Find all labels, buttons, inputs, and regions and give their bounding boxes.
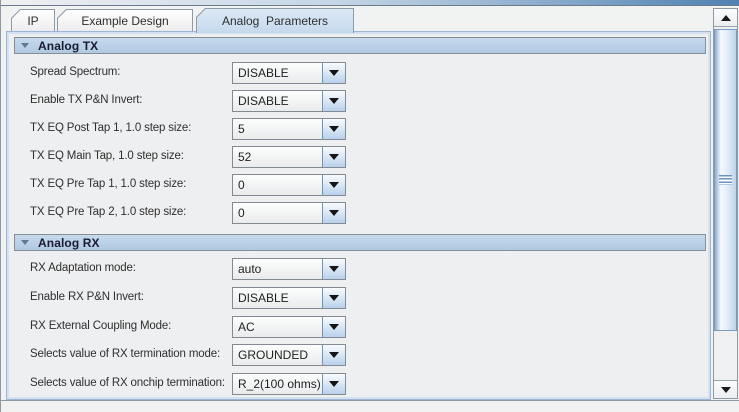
- combobox-dropdown-button[interactable]: [322, 91, 345, 111]
- analog-parameters-panel: Analog TX Spread Spectrum: DISABLE Enabl…: [6, 31, 711, 400]
- triangle-down-icon: [329, 70, 339, 76]
- combobox-dropdown-button[interactable]: [322, 345, 345, 365]
- triangle-down-icon: [329, 266, 339, 272]
- parameter-row: Enable RX P&N Invert: DISABLE: [10, 284, 707, 312]
- parameter-row: Selects value of RX onchip termination: …: [10, 370, 707, 398]
- triangle-down-icon: [329, 182, 339, 188]
- triangle-down-icon: [329, 98, 339, 104]
- parameter-row: RX Adaptation mode: auto: [10, 255, 707, 283]
- collapse-triangle-icon[interactable]: [21, 43, 29, 48]
- combobox-value: GROUNDED: [233, 345, 322, 365]
- combobox-dropdown-button[interactable]: [322, 147, 345, 167]
- tab-analog-parameters[interactable]: Analog Parameters: [196, 8, 354, 33]
- parameter-row: TX EQ Post Tap 1, 1.0 step size: 5: [10, 115, 707, 143]
- tx-eq-main-tap-combobox[interactable]: 52: [232, 146, 346, 168]
- scroll-down-button[interactable]: [714, 380, 737, 398]
- parameter-row: Selects value of RX termination mode: GR…: [10, 341, 707, 369]
- scrollbar-grip-icon: [719, 175, 732, 185]
- parameter-label: RX External Coupling Mode:: [30, 320, 171, 332]
- parameter-row: Spread Spectrum: DISABLE: [10, 59, 707, 87]
- tx-eq-post-tap1-combobox[interactable]: 5: [232, 118, 346, 140]
- parameter-label: TX EQ Main Tap, 1.0 step size:: [30, 150, 184, 162]
- rx-external-coupling-combobox[interactable]: AC: [232, 316, 346, 338]
- triangle-up-icon: [721, 15, 731, 21]
- rx-adaptation-mode-combobox[interactable]: auto: [232, 258, 346, 280]
- ip-parameter-window: IP Example Design Analog Parameters Anal…: [0, 0, 739, 412]
- parameter-label: Enable TX P&N Invert:: [30, 94, 142, 106]
- combobox-value: 5: [233, 119, 322, 139]
- parameter-label: Selects value of RX termination mode:: [30, 348, 220, 360]
- parameter-label: RX Adaptation mode:: [30, 262, 136, 274]
- enable-tx-pn-invert-combobox[interactable]: DISABLE: [232, 90, 346, 112]
- rx-termination-mode-combobox[interactable]: GROUNDED: [232, 344, 346, 366]
- combobox-dropdown-button[interactable]: [322, 175, 345, 195]
- scrollbar-track[interactable]: [714, 27, 737, 380]
- collapse-triangle-icon[interactable]: [21, 240, 29, 245]
- triangle-down-icon: [329, 154, 339, 160]
- parameter-label: TX EQ Post Tap 1, 1.0 step size:: [30, 122, 191, 134]
- triangle-down-icon: [329, 324, 339, 330]
- section-title: Analog TX: [38, 39, 98, 53]
- parameter-label: Enable RX P&N Invert:: [30, 291, 144, 303]
- tab-label: IP: [12, 10, 54, 32]
- section-header-analog-tx[interactable]: Analog TX: [14, 37, 706, 54]
- triangle-down-icon: [329, 210, 339, 216]
- combobox-value: DISABLE: [233, 288, 322, 308]
- combobox-value: R_2(100 ohms): [233, 374, 322, 394]
- triangle-down-icon: [721, 387, 731, 393]
- combobox-dropdown-button[interactable]: [322, 374, 345, 394]
- parameter-label: TX EQ Pre Tap 1, 1.0 step size:: [30, 178, 186, 190]
- bottom-margin-strip: [1, 401, 739, 412]
- tx-eq-pre-tap1-combobox[interactable]: 0: [232, 174, 346, 196]
- triangle-down-icon: [329, 295, 339, 301]
- scrollbar-thumb[interactable]: [714, 29, 737, 331]
- combobox-value: auto: [233, 259, 322, 279]
- parameter-row: TX EQ Pre Tap 1, 1.0 step size: 0: [10, 171, 707, 199]
- triangle-down-icon: [329, 126, 339, 132]
- section-header-analog-rx[interactable]: Analog RX: [14, 234, 706, 251]
- parameter-row: TX EQ Pre Tap 2, 1.0 step size: 0: [10, 199, 707, 227]
- combobox-value: 0: [233, 203, 322, 223]
- top-gradient-bar: [1, 0, 739, 6]
- parameter-label: Selects value of RX onchip termination:: [30, 377, 225, 389]
- combobox-value: AC: [233, 317, 322, 337]
- scroll-up-button[interactable]: [714, 9, 737, 27]
- triangle-down-icon: [329, 352, 339, 358]
- combobox-value: 0: [233, 175, 322, 195]
- combobox-dropdown-button[interactable]: [322, 288, 345, 308]
- section-title: Analog RX: [38, 236, 100, 250]
- spread-spectrum-combobox[interactable]: DISABLE: [232, 62, 346, 84]
- tx-eq-pre-tap2-combobox[interactable]: 0: [232, 202, 346, 224]
- vertical-scrollbar[interactable]: [713, 8, 738, 399]
- combobox-dropdown-button[interactable]: [322, 119, 345, 139]
- combobox-dropdown-button[interactable]: [322, 63, 345, 83]
- combobox-value: 52: [233, 147, 322, 167]
- tab-ip[interactable]: IP: [11, 9, 55, 32]
- parameter-label: Spread Spectrum:: [30, 66, 120, 78]
- tab-label: Analog Parameters: [197, 9, 353, 33]
- parameter-row: RX External Coupling Mode: AC: [10, 313, 707, 341]
- combobox-value: DISABLE: [233, 63, 322, 83]
- combobox-dropdown-button[interactable]: [322, 203, 345, 223]
- combobox-dropdown-button[interactable]: [322, 259, 345, 279]
- rx-onchip-termination-combobox[interactable]: R_2(100 ohms): [232, 373, 346, 395]
- triangle-down-icon: [329, 381, 339, 387]
- parameter-label: TX EQ Pre Tap 2, 1.0 step size:: [30, 206, 186, 218]
- parameter-row: TX EQ Main Tap, 1.0 step size: 52: [10, 143, 707, 171]
- combobox-dropdown-button[interactable]: [322, 317, 345, 337]
- combobox-value: DISABLE: [233, 91, 322, 111]
- tab-label: Example Design: [58, 10, 192, 32]
- parameter-row: Enable TX P&N Invert: DISABLE: [10, 87, 707, 115]
- tab-example-design[interactable]: Example Design: [57, 9, 193, 32]
- enable-rx-pn-invert-combobox[interactable]: DISABLE: [232, 287, 346, 309]
